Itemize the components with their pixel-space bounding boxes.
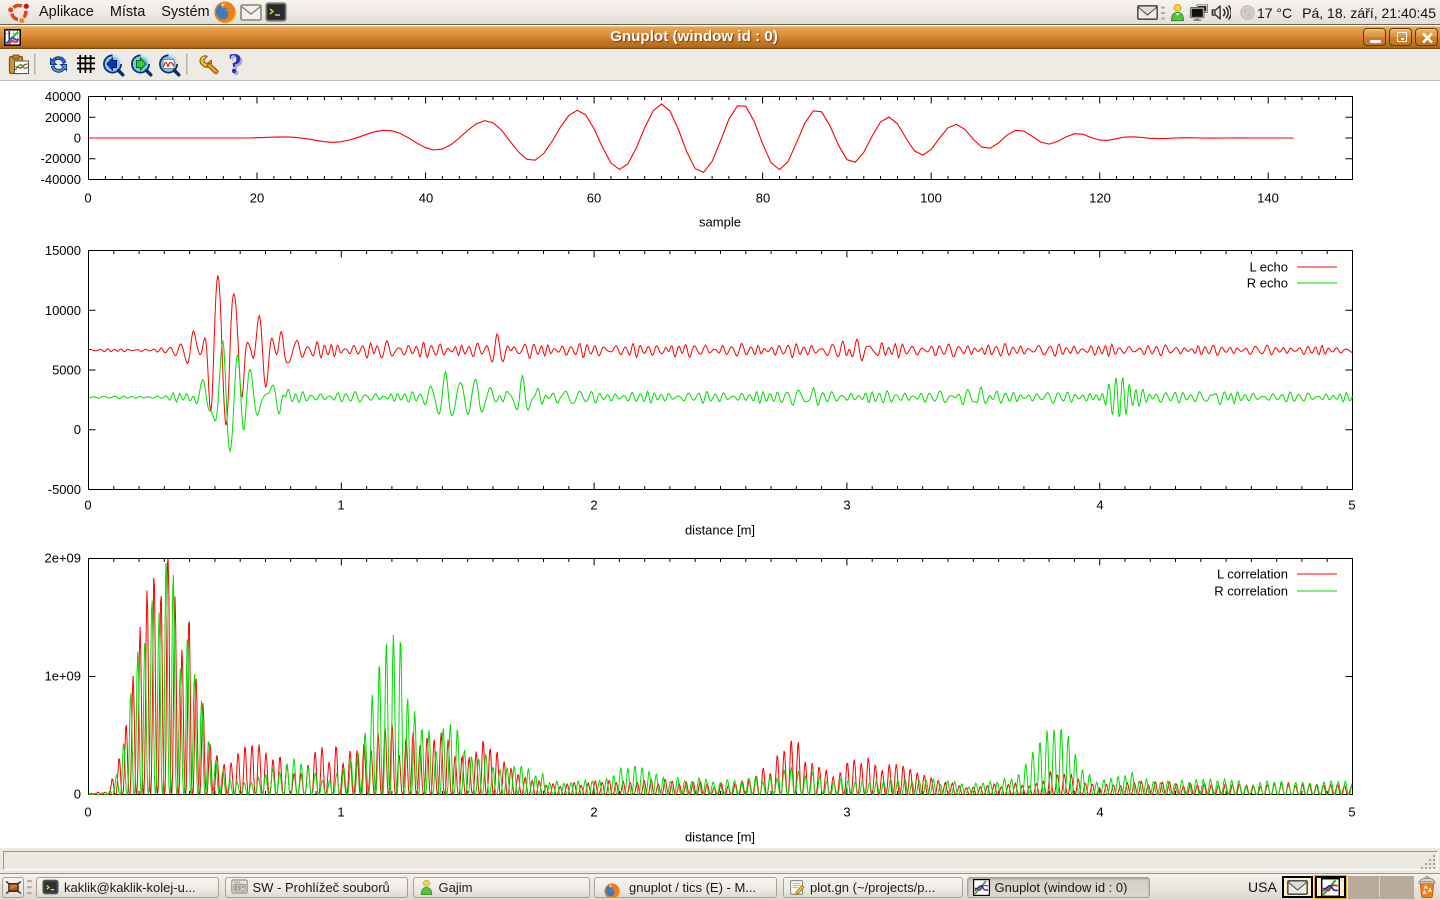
svg-text:0: 0 xyxy=(84,805,91,820)
svg-text:1e+09: 1e+09 xyxy=(44,669,81,684)
svg-text:1: 1 xyxy=(337,805,344,820)
svg-text:-5000: -5000 xyxy=(48,482,81,497)
svg-text:15000: 15000 xyxy=(45,243,81,258)
svg-text:L correlation: L correlation xyxy=(1217,567,1288,582)
svg-text:4: 4 xyxy=(1096,498,1103,513)
svg-text:20000: 20000 xyxy=(45,110,81,125)
svg-text:10000: 10000 xyxy=(45,303,81,318)
svg-text:40000: 40000 xyxy=(45,89,81,104)
svg-text:5: 5 xyxy=(1348,498,1355,513)
svg-text:0: 0 xyxy=(84,191,91,206)
svg-text:R echo: R echo xyxy=(1247,276,1288,291)
svg-text:2: 2 xyxy=(590,498,597,513)
svg-text:120: 120 xyxy=(1089,191,1111,206)
svg-text:1: 1 xyxy=(337,498,344,513)
svg-text:distance [m]: distance [m] xyxy=(685,523,755,538)
svg-text:0: 0 xyxy=(74,422,81,437)
svg-text:140: 140 xyxy=(1257,191,1279,206)
svg-text:40: 40 xyxy=(419,191,433,206)
svg-text:60: 60 xyxy=(587,191,601,206)
svg-text:0: 0 xyxy=(74,131,81,146)
svg-text:distance [m]: distance [m] xyxy=(685,830,755,845)
svg-text:0: 0 xyxy=(84,498,91,513)
svg-text:100: 100 xyxy=(920,191,942,206)
svg-text:20: 20 xyxy=(250,191,264,206)
svg-text:5000: 5000 xyxy=(52,363,81,378)
svg-text:-20000: -20000 xyxy=(41,151,81,166)
svg-text:3: 3 xyxy=(843,498,850,513)
svg-text:2e+09: 2e+09 xyxy=(44,551,81,566)
svg-text:80: 80 xyxy=(756,191,770,206)
svg-text:0: 0 xyxy=(74,787,81,802)
svg-text:-40000: -40000 xyxy=(41,172,81,187)
svg-text:5: 5 xyxy=(1348,805,1355,820)
svg-text:2: 2 xyxy=(590,805,597,820)
svg-text:sample: sample xyxy=(699,215,741,230)
svg-text:3: 3 xyxy=(843,805,850,820)
svg-text:R correlation: R correlation xyxy=(1214,584,1288,599)
svg-text:4: 4 xyxy=(1096,805,1103,820)
svg-text:L echo: L echo xyxy=(1249,260,1288,275)
